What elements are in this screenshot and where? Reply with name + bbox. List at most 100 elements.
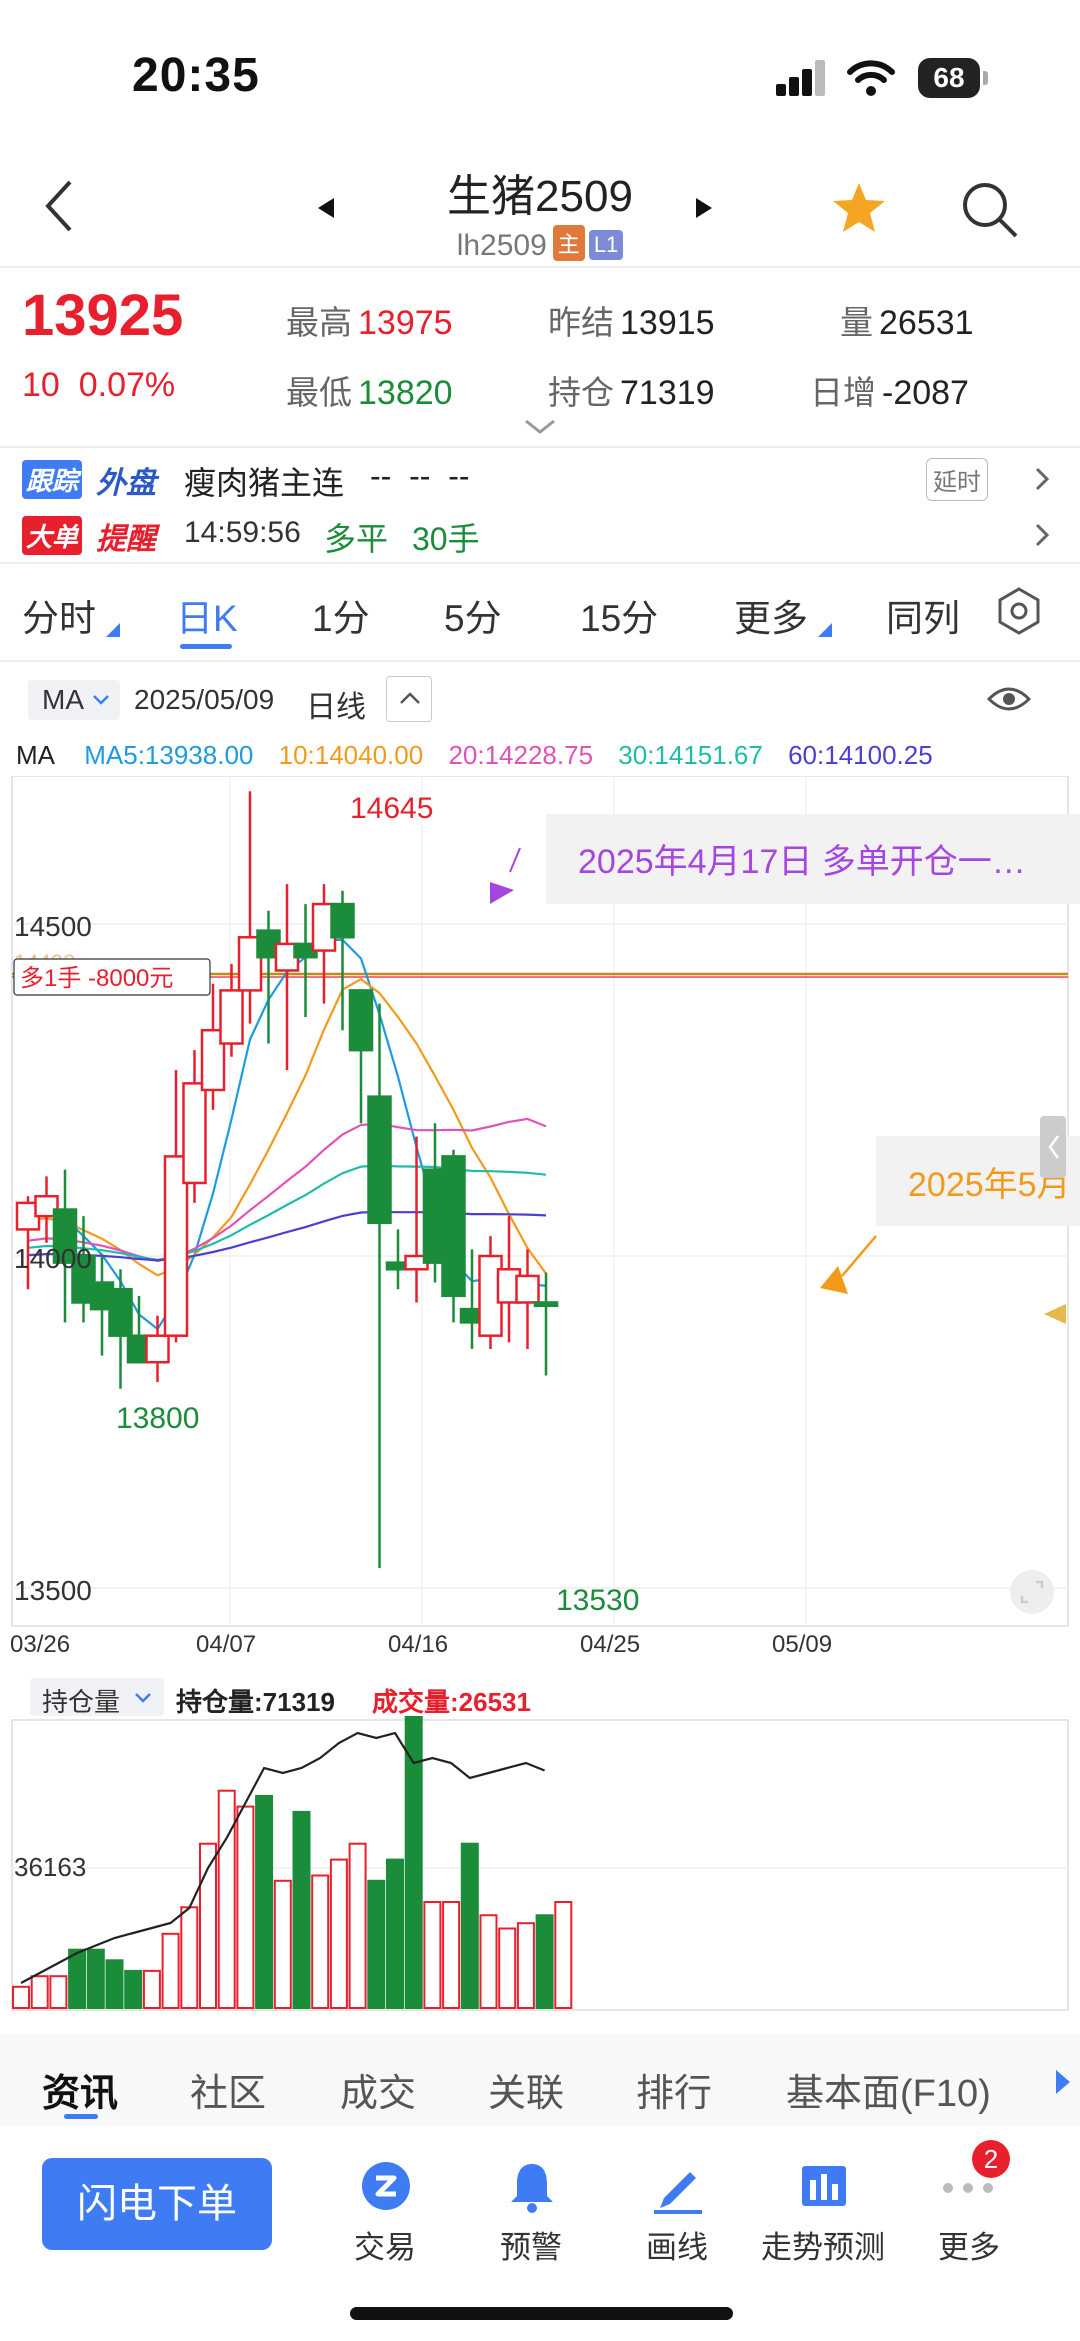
- volume-bar: [292, 1810, 311, 2010]
- volume-bar: [273, 1879, 292, 2009]
- chart-date: 2025/05/09: [134, 684, 275, 715]
- x-date-1: 04/07: [196, 1631, 256, 1658]
- candle-body: [330, 902, 355, 939]
- expand-chevron-icon[interactable]: [524, 418, 556, 436]
- more-dots-icon: [943, 2183, 993, 2193]
- note2-arrow-icon: [820, 1266, 848, 1294]
- tab-fundamentals[interactable]: 基本面(F10): [786, 2062, 991, 2117]
- info-divider: [0, 562, 1080, 564]
- chevron-down-icon: [135, 1693, 151, 1703]
- volume-indicator-select[interactable]: 持仓量: [30, 1678, 164, 1717]
- status-bar: 20:35 68: [0, 0, 1080, 150]
- trade-icon: [362, 2162, 410, 2210]
- remind-badge: 提醒: [96, 523, 156, 556]
- volume-bar: [68, 1948, 87, 2009]
- candle-body: [108, 1287, 133, 1337]
- forecast-label: 走势预测: [761, 2230, 885, 2265]
- tab-community[interactable]: 社区: [190, 2062, 266, 2117]
- tab-tonglie[interactable]: 同列: [886, 588, 960, 642]
- ma-values-row: MA MA5:13938.00 10:14040.00 20:14228.75 …: [16, 740, 933, 771]
- tab-fundamentals-label: 基本面(F10): [786, 2073, 991, 2115]
- chevron-down-icon: [93, 695, 109, 705]
- daily-add-value: -2087: [882, 374, 969, 412]
- tab-community-label: 社区: [190, 2073, 267, 2115]
- tab-trades[interactable]: 成交: [340, 2062, 416, 2117]
- tab-trades-label: 成交: [340, 2073, 417, 2115]
- fullscreen-button: [1010, 1570, 1054, 1614]
- volume-legend: 成交量:26531: [372, 1687, 531, 1717]
- eye-icon[interactable]: [986, 682, 1032, 716]
- tab-more[interactable]: 更多: [734, 588, 833, 642]
- change-value: 10: [22, 366, 60, 404]
- oi-legend: 持仓量:71319: [176, 1687, 335, 1717]
- tab-1min[interactable]: 1分: [312, 588, 370, 642]
- open-interest-field: 持仓 71319: [548, 366, 715, 414]
- dropdown-corner-icon: [106, 623, 121, 637]
- collapse-button[interactable]: [386, 676, 432, 722]
- tab-news[interactable]: 资讯: [42, 2062, 118, 2117]
- candlestick-chart[interactable]: 14500 14428 14000 13500 14645 13800 1353…: [0, 776, 1080, 1664]
- tab-ranking-label: 排行: [636, 2073, 713, 2115]
- big-order-row[interactable]: 大单 提醒 14:59:56 多平 30手: [22, 514, 1062, 558]
- open-interest-value: 71319: [620, 374, 715, 412]
- volume-label: 量: [840, 304, 873, 341]
- forecast-button[interactable]: 走势预测: [748, 2160, 898, 2267]
- flash-order-button[interactable]: 闪电下单: [42, 2158, 272, 2250]
- volume-bar: [180, 1906, 199, 2009]
- tab-tonglie-label: 同列: [886, 598, 960, 639]
- tab-fenshi[interactable]: 分时: [22, 588, 121, 642]
- trade-button[interactable]: 交易: [310, 2160, 460, 2267]
- contract-code: lh2509 主 L1: [390, 225, 690, 263]
- volume-bar: [217, 1789, 236, 2009]
- position-label: 多1手 -8000元: [20, 965, 173, 992]
- current-price-marker-icon: [1044, 1304, 1066, 1324]
- more-label: 更多: [938, 2230, 1000, 2265]
- volume-bar: [311, 1874, 330, 2009]
- volume-bar: [105, 1959, 124, 2010]
- x-date-3: 04/25: [580, 1631, 640, 1658]
- y-label-14000: 14000: [14, 1243, 92, 1274]
- pen-icon: [654, 2172, 702, 2214]
- volume-bar: [49, 1975, 68, 2010]
- note1-text: 2025年4月17日 多单开仓一…: [578, 843, 1026, 881]
- contract-title: 生猪2509: [447, 172, 633, 221]
- volume-y-label: 36163: [14, 1852, 86, 1882]
- tab-5min[interactable]: 5分: [444, 588, 502, 642]
- search-icon[interactable]: [960, 180, 1020, 240]
- prev-settle-value: 13915: [620, 304, 715, 342]
- prev-icon[interactable]: [316, 196, 336, 220]
- volume-bar: [535, 1914, 554, 2009]
- volume-bar: [367, 1879, 386, 2009]
- indicator-select[interactable]: MA: [28, 680, 120, 720]
- candle-body: [348, 989, 374, 1052]
- alert-button[interactable]: 预警: [456, 2160, 606, 2267]
- tab-1min-label: 1分: [312, 598, 370, 639]
- trade-label: 交易: [354, 2230, 416, 2265]
- back-icon[interactable]: [42, 178, 78, 234]
- tab-news-label: 资讯: [42, 2073, 119, 2115]
- volume-field: 量 26531: [840, 296, 974, 344]
- change-percent: 0.07%: [78, 366, 176, 404]
- draw-line-button[interactable]: 画线: [602, 2160, 752, 2267]
- next-icon[interactable]: [694, 196, 714, 220]
- volume-chart[interactable]: 36163: [0, 1716, 1080, 2012]
- indicator-label: MA: [42, 684, 84, 715]
- star-icon[interactable]: [830, 180, 888, 236]
- settings-hexagon-icon[interactable]: [994, 586, 1044, 636]
- scroll-right-icon[interactable]: [1054, 2068, 1072, 2096]
- volume-bar: [386, 1858, 404, 2009]
- tab-15min[interactable]: 15分: [580, 588, 658, 642]
- x-date-0: 03/26: [10, 1631, 70, 1658]
- tab-15min-label: 15分: [580, 598, 659, 639]
- ma30-value: 30:14151.67: [618, 740, 763, 770]
- big-order-qty: 30手: [412, 521, 480, 557]
- volume-bar: [124, 1969, 143, 2009]
- tab-related-label: 关联: [488, 2073, 565, 2115]
- tab-ranking[interactable]: 排行: [636, 2062, 712, 2117]
- tab-daily-k[interactable]: 日K: [176, 588, 238, 642]
- more-button[interactable]: 2 更多: [894, 2140, 1044, 2267]
- high-label: 最高: [286, 304, 352, 341]
- outer-market-row[interactable]: 跟踪 外盘 瘦肉猪主连 -- -- -- 延时: [22, 458, 1062, 501]
- y-label-13500: 13500: [14, 1575, 92, 1606]
- tab-related[interactable]: 关联: [488, 2062, 564, 2117]
